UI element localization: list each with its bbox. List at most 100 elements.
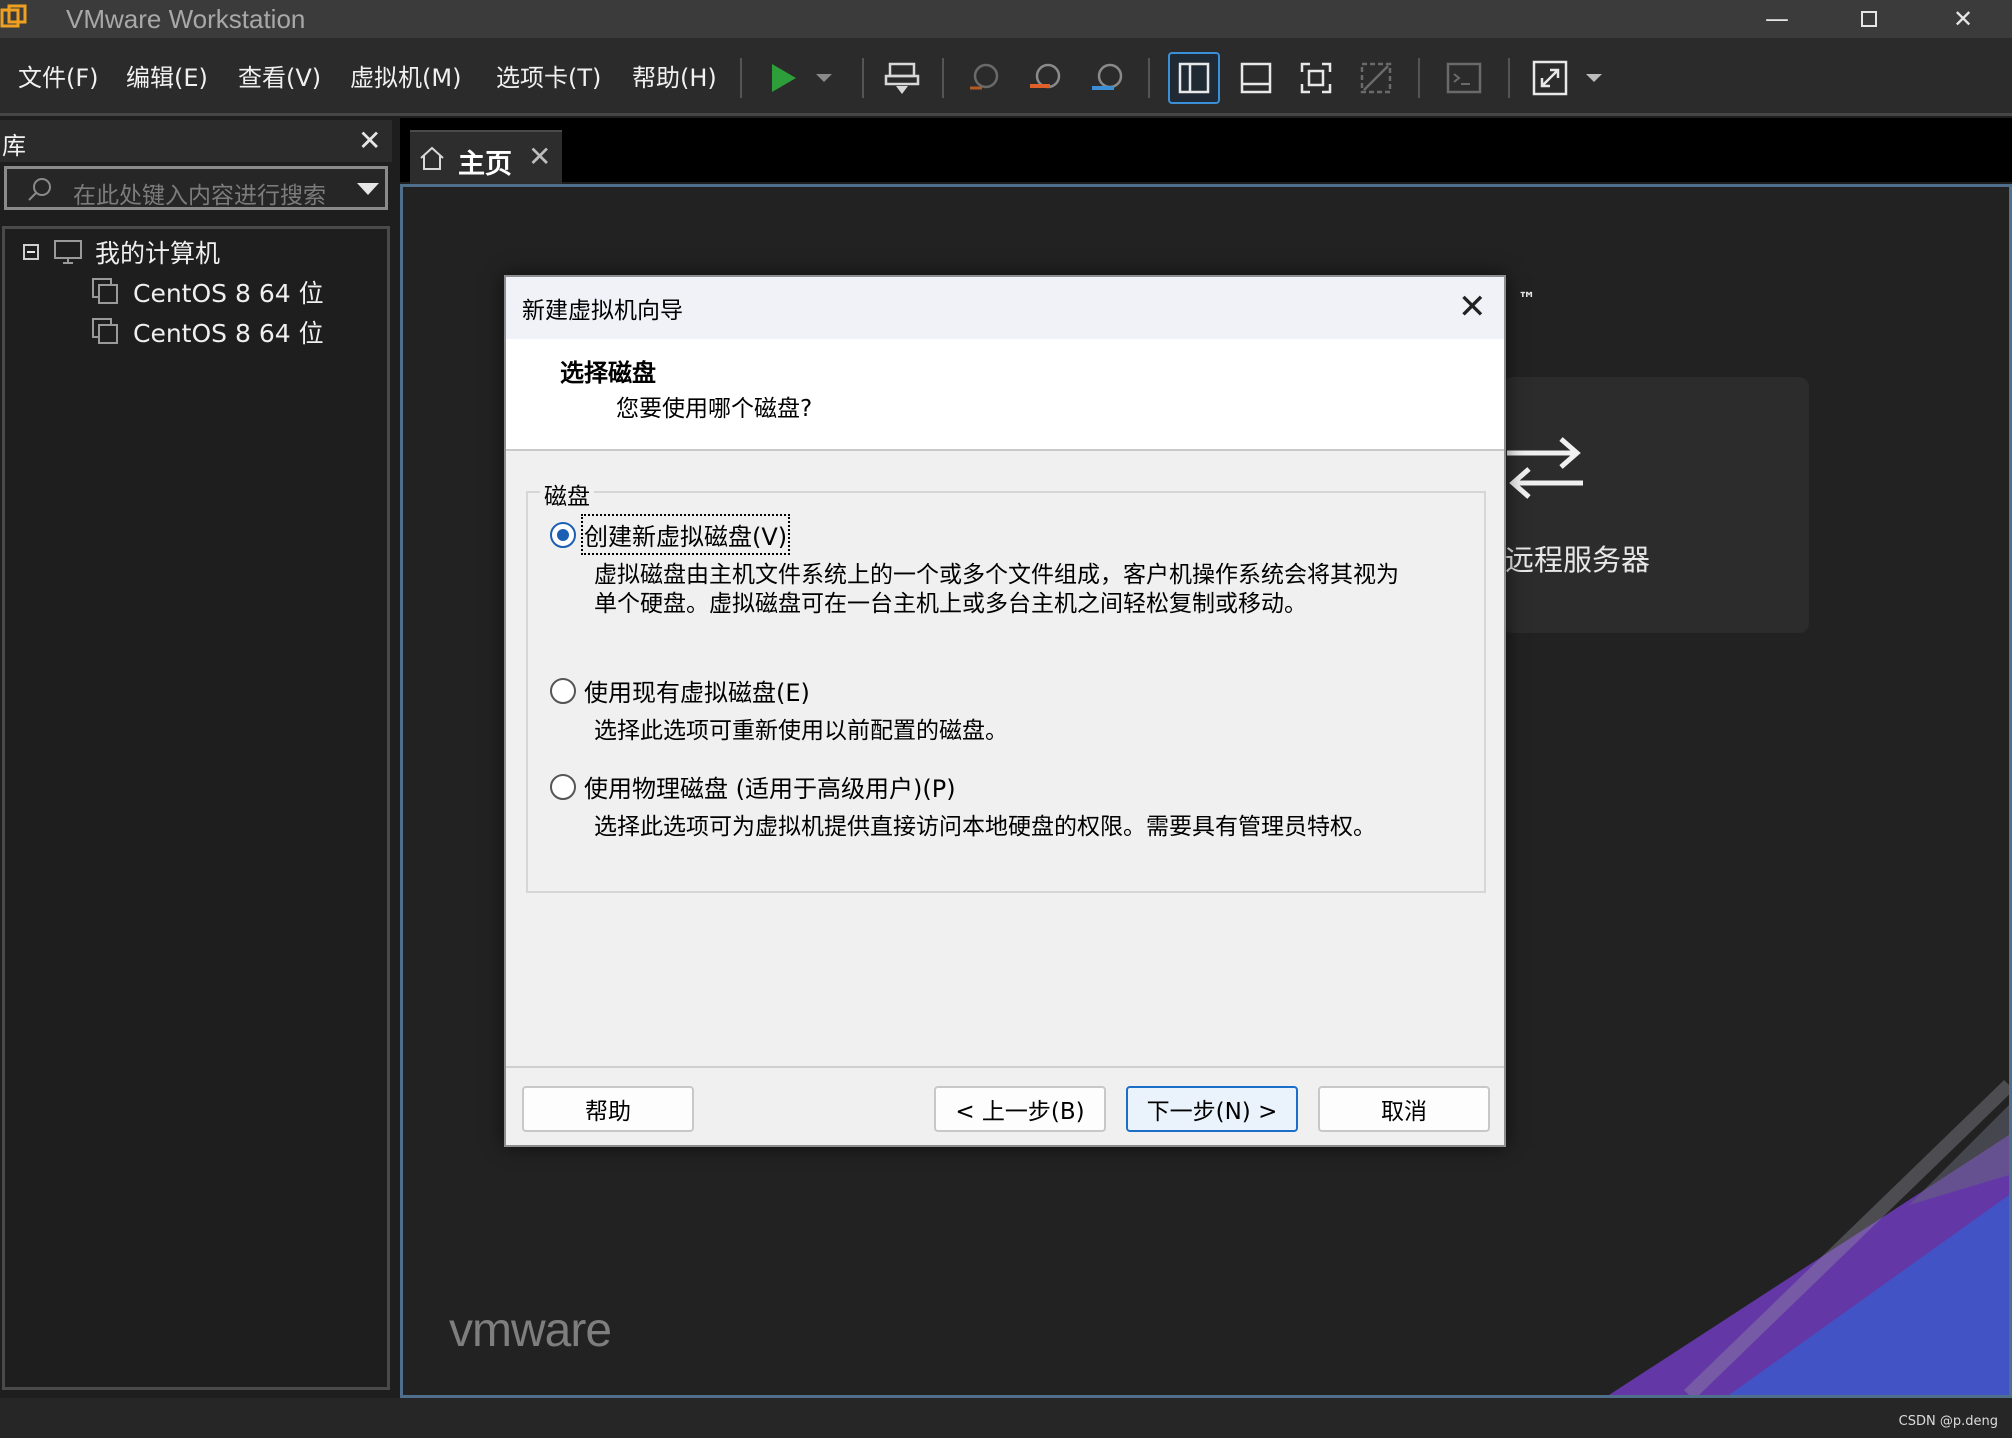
home-icon <box>420 146 444 170</box>
library-close-button[interactable]: ✕ <box>358 124 381 157</box>
tree-label: 我的计算机 <box>95 239 221 268</box>
tree-item-vm[interactable]: CentOS 8 64 位 <box>91 275 324 309</box>
dialog-title-bar: 新建虚拟机向导 ✕ <box>506 277 1504 339</box>
toolbar-separator <box>1508 58 1510 98</box>
menu-toolbar: 文件(F) 编辑(E) 查看(V) 虚拟机(M) 选项卡(T) 帮助(H) <box>0 38 2012 116</box>
unity-icon <box>1360 62 1392 94</box>
dialog-heading: 选择磁盘 <box>560 359 656 387</box>
option-description: 选择此选项可为虚拟机提供直接访问本地硬盘的权限。需要具有管理员特权。 <box>594 813 1464 842</box>
dialog-footer-divider <box>506 1066 1504 1068</box>
back-button[interactable]: < 上一步(B) <box>934 1086 1106 1132</box>
tab-home[interactable]: 主页 ✕ <box>410 130 562 184</box>
cancel-button[interactable]: 取消 <box>1318 1086 1490 1132</box>
tab-strip <box>400 118 2012 182</box>
search-dropdown-icon[interactable] <box>357 183 379 195</box>
status-bar <box>0 1398 2012 1438</box>
library-search-input[interactable]: 在此处键入内容进行搜索 <box>4 166 388 210</box>
dialog-subheading: 您要使用哪个磁盘? <box>616 396 813 422</box>
tab-close-icon[interactable]: ✕ <box>528 140 551 173</box>
library-tree: 我的计算机 CentOS 8 64 位 CentOS 8 64 位 <box>2 226 390 1390</box>
library-title: 库 <box>2 132 26 160</box>
snapshot-icon <box>970 63 999 90</box>
option-label: 使用物理磁盘 (适用于高级用户)(P) <box>584 775 956 803</box>
maximize-button[interactable] <box>1824 0 1914 38</box>
radio-use-physical-disk[interactable]: 使用物理磁盘 (适用于高级用户)(P) <box>550 769 956 804</box>
menu-view[interactable]: 查看(V) <box>238 58 321 93</box>
app-title: VMware Workstation <box>66 4 306 34</box>
revert-snapshot-icon <box>1030 63 1061 89</box>
snapshot-button[interactable] <box>958 52 1010 104</box>
radio-checked-icon[interactable] <box>550 521 576 548</box>
disk-group-label: 磁盘 <box>540 477 594 511</box>
send-ctrl-alt-del-button[interactable] <box>876 52 928 104</box>
power-on-button[interactable] <box>756 52 808 104</box>
toolbar-separator <box>1418 58 1420 98</box>
title-bar: VMware Workstation — ✕ <box>0 0 2012 38</box>
stretch-view-button[interactable] <box>1524 52 1576 104</box>
collapse-icon[interactable] <box>23 244 39 260</box>
tree-item-vm[interactable]: CentOS 8 64 位 <box>91 315 324 349</box>
menu-file[interactable]: 文件(F) <box>18 58 99 93</box>
radio-unchecked-icon[interactable] <box>550 773 576 800</box>
full-screen-icon <box>1300 62 1332 94</box>
thumbnail-layout-icon <box>1240 62 1272 94</box>
show-library-button[interactable] <box>1168 52 1220 104</box>
description-line: 选择此选项可为虚拟机提供直接访问本地硬盘的权限。需要具有管理员特权。 <box>594 814 1376 840</box>
vm-icon <box>92 318 118 344</box>
swap-arrows-icon <box>1507 437 1583 499</box>
minimize-button[interactable]: — <box>1732 0 1822 38</box>
tab-home-label: 主页 <box>458 149 512 180</box>
toolbar-separator <box>862 58 864 98</box>
decorative-corner-graphic <box>1609 1079 2009 1395</box>
revert-snapshot-button[interactable] <box>1020 52 1072 104</box>
vm-icon <box>92 278 118 304</box>
maximize-icon <box>1861 11 1877 27</box>
menu-vm[interactable]: 虚拟机(M) <box>350 58 461 93</box>
help-button[interactable]: 帮助 <box>522 1086 694 1132</box>
vmware-app-icon <box>0 4 27 28</box>
next-button[interactable]: 下一步(N) > <box>1126 1086 1298 1132</box>
chevron-down-icon <box>1586 74 1602 82</box>
dialog-title: 新建虚拟机向导 <box>522 298 683 324</box>
console-button[interactable] <box>1438 52 1490 104</box>
radio-create-new-disk[interactable]: 创建新虚拟磁盘(V) <box>550 514 791 555</box>
expand-icon <box>1532 60 1568 96</box>
library-layout-icon <box>1178 62 1210 94</box>
option-description: 选择此选项可重新使用以前配置的磁盘。 <box>594 717 1464 746</box>
toolbar-separator <box>1148 58 1150 98</box>
menu-tabs[interactable]: 选项卡(T) <box>496 58 601 93</box>
new-vm-wizard-dialog: 新建虚拟机向导 ✕ 选择磁盘 您要使用哪个磁盘? 磁盘 创建新虚拟磁盘(V) 虚… <box>504 275 1506 1147</box>
vmware-logo: vmware <box>449 1304 612 1357</box>
toolbar-separator <box>942 58 944 98</box>
close-window-button[interactable]: ✕ <box>1918 0 2008 38</box>
library-header: 库 ✕ <box>0 120 392 162</box>
tree-label: CentOS 8 64 位 <box>133 319 324 348</box>
keyboard-send-icon <box>884 62 920 94</box>
option-label: 使用现有虚拟磁盘(E) <box>584 679 810 707</box>
computer-icon <box>54 240 82 264</box>
tree-item-my-computer[interactable]: 我的计算机 <box>23 235 220 269</box>
connect-remote-server-card[interactable] <box>1503 377 1809 633</box>
remote-server-label: 远程服务器 <box>1505 543 1651 577</box>
menu-help[interactable]: 帮助(H) <box>632 58 717 93</box>
radio-unchecked-icon[interactable] <box>550 677 576 704</box>
stretch-dropdown-button[interactable] <box>1574 52 1614 104</box>
toolbar-separator <box>740 58 742 98</box>
watermark: CSDN @p.deng <box>1898 1414 1998 1429</box>
dialog-close-button[interactable]: ✕ <box>1458 287 1487 327</box>
option-label: 创建新虚拟磁盘(V) <box>580 514 791 555</box>
snapshot-manager-button[interactable] <box>1082 52 1134 104</box>
snapshot-manager-icon <box>1092 63 1123 90</box>
description-line: 选择此选项可重新使用以前配置的磁盘。 <box>594 718 1008 744</box>
show-thumbnail-bar-button[interactable] <box>1230 52 1282 104</box>
radio-use-existing-disk[interactable]: 使用现有虚拟磁盘(E) <box>550 673 810 708</box>
tree-label: CentOS 8 64 位 <box>133 279 324 308</box>
description-line: 单个硬盘。虚拟磁盘可在一台主机上或多台主机之间轻松复制或移动。 <box>594 591 1307 617</box>
search-placeholder: 在此处键入内容进行搜索 <box>73 183 326 209</box>
unity-button[interactable] <box>1350 52 1402 104</box>
dialog-header: 选择磁盘 您要使用哪个磁盘? <box>506 339 1504 451</box>
full-screen-button[interactable] <box>1290 52 1342 104</box>
power-dropdown-button[interactable] <box>804 52 844 104</box>
menu-edit[interactable]: 编辑(E) <box>126 58 208 93</box>
trademark-symbol: ™ <box>1518 289 1536 310</box>
